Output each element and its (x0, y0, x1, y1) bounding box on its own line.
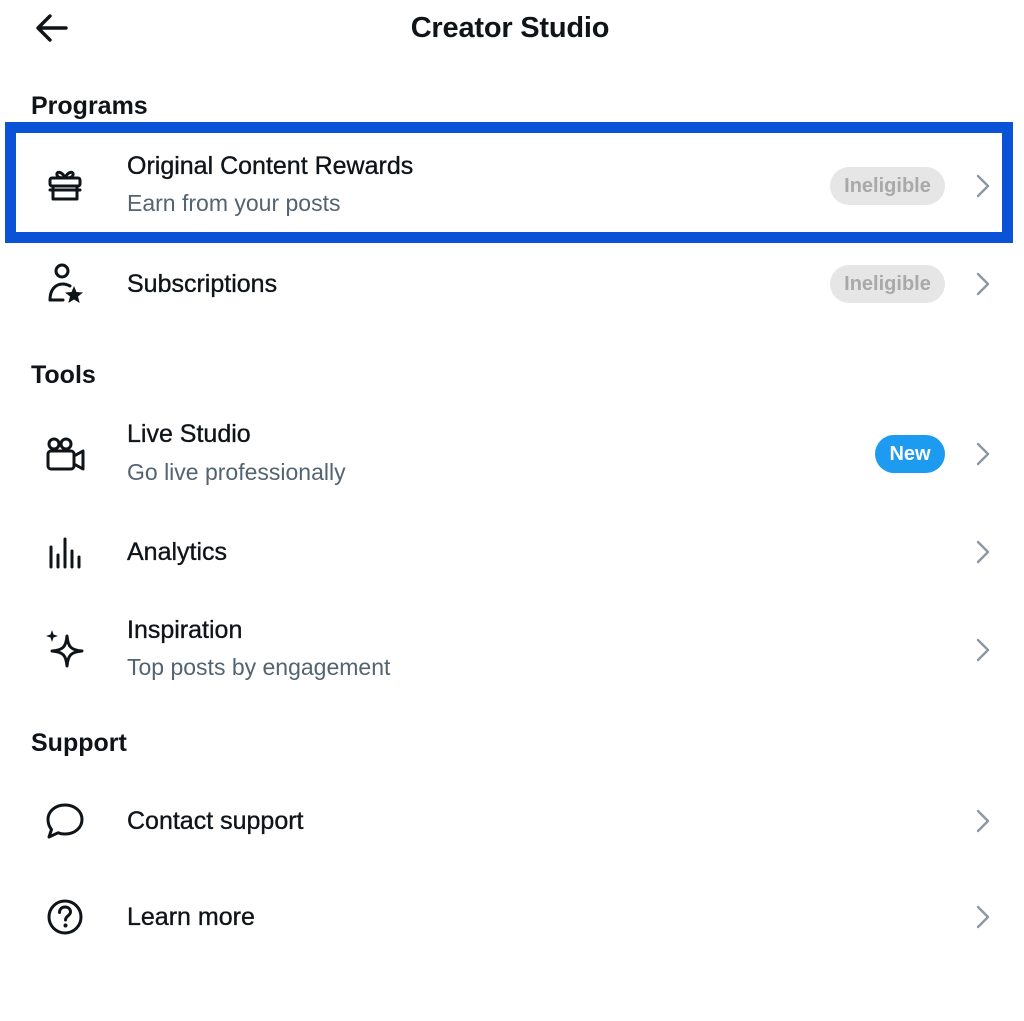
row-title: Inspiration (127, 616, 243, 644)
row-contact-support[interactable]: Contact support (0, 788, 1024, 854)
chevron-right-icon (972, 439, 994, 469)
row-subtitle: Earn from your posts (127, 190, 341, 216)
row-title: Contact support (127, 807, 304, 835)
section-heading-support: Support (31, 729, 127, 757)
chevron-right-icon (972, 171, 994, 201)
row-title: Learn more (127, 903, 255, 931)
row-title: Subscriptions (127, 270, 278, 298)
row-subscriptions[interactable]: Subscriptions Ineligible (0, 250, 1024, 320)
row-inspiration[interactable]: Inspiration Top posts by engagement (0, 606, 1024, 696)
video-camera-icon (40, 430, 90, 480)
row-title: Analytics (127, 538, 228, 566)
chevron-right-icon (972, 537, 994, 567)
status-badge-ineligible: Ineligible (830, 167, 945, 205)
status-badge-ineligible: Ineligible (830, 265, 945, 303)
section-heading-tools: Tools (31, 361, 96, 389)
section-heading-programs: Programs (31, 92, 148, 120)
row-subtitle: Go live professionally (127, 459, 346, 485)
row-live-studio[interactable]: Live Studio Go live professionally New (0, 410, 1024, 500)
chevron-right-icon (972, 902, 994, 932)
creator-studio-screen: Creator Studio Programs Original Content… (0, 0, 1024, 1021)
question-circle-icon (40, 892, 90, 942)
chevron-right-icon (972, 269, 994, 299)
row-learn-more[interactable]: Learn more (0, 884, 1024, 950)
sparkle-icon (40, 624, 90, 674)
chevron-right-icon (972, 635, 994, 665)
row-subtitle: Top posts by engagement (127, 654, 391, 680)
person-star-icon (40, 258, 90, 308)
row-analytics[interactable]: Analytics (0, 520, 1024, 586)
row-original-content-rewards[interactable]: Original Content Rewards Earn from your … (0, 140, 1024, 230)
new-badge: New (875, 435, 945, 473)
page-title: Creator Studio (410, 12, 610, 44)
row-title: Live Studio (127, 420, 251, 448)
chat-bubble-icon (40, 796, 90, 846)
row-title: Original Content Rewards (127, 152, 414, 180)
gift-icon (40, 160, 90, 210)
bar-chart-icon (40, 528, 90, 578)
chevron-right-icon (972, 806, 994, 836)
